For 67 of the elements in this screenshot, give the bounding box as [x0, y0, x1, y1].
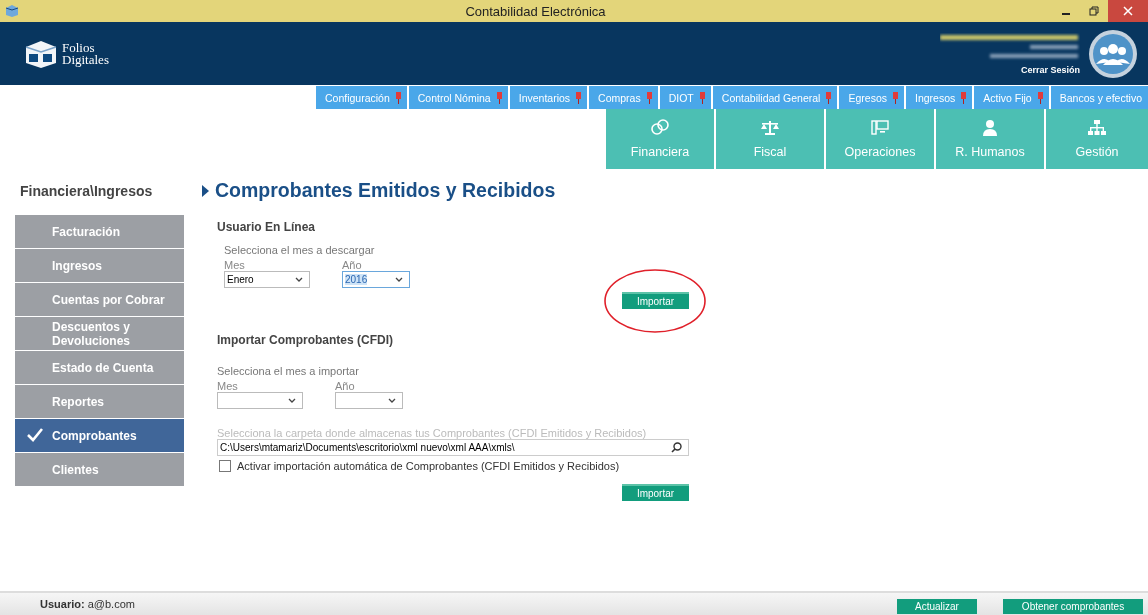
module-tile[interactable]: Operaciones — [826, 109, 934, 169]
nav-tab[interactable]: Control Nómina — [408, 86, 508, 109]
user-avatar-icon[interactable] — [1088, 28, 1138, 79]
section-heading: Usuario En Línea — [217, 220, 317, 234]
module-tile[interactable]: Fiscal — [716, 109, 824, 169]
sidebar-item[interactable]: Facturación — [15, 215, 184, 248]
section-heading: Importar Comprobantes (CFDI) — [217, 333, 394, 347]
sidebar-item[interactable]: Cuentas por Cobrar — [15, 283, 184, 316]
scale-icon — [760, 119, 780, 137]
nav-tab[interactable]: Contabilidad General — [712, 86, 838, 109]
close-icon — [1123, 6, 1133, 16]
sidebar-item[interactable]: Reportes — [15, 385, 184, 418]
sidebar-item[interactable]: Clientes — [15, 453, 184, 486]
triangle-icon — [202, 184, 209, 197]
coins-icon — [650, 119, 670, 137]
restore-button[interactable] — [1089, 6, 1099, 16]
breadcrumb: Financiera\Ingresos — [20, 183, 154, 199]
nav-tab[interactable]: DIOT — [659, 86, 711, 109]
nav-tab[interactable]: Activo Fijo — [974, 86, 1049, 109]
folder-path-field[interactable]: C:\Users\mtamariz\Documents\escritorio\xml nuevo\xml AAA\xmls\ — [217, 439, 689, 456]
nav-tab[interactable]: Ingresos — [906, 86, 973, 109]
module-tile[interactable]: Gestión — [1046, 109, 1148, 169]
check-icon — [27, 428, 43, 442]
computer-icon — [870, 119, 890, 137]
logout-link[interactable]: Cerrar Sesión — [1020, 64, 1080, 75]
module-tile[interactable]: Financiera — [606, 109, 714, 169]
chevron-down-icon — [388, 398, 396, 403]
field-label: Mes — [224, 260, 246, 271]
nav-tab[interactable]: Inventarios — [509, 86, 588, 109]
field-label: Selecciona la carpeta donde almacenas tus Comprobantes (CFDI Emitidos y Recibidos) — [217, 427, 648, 439]
hint-text: Selecciona el mes a importar — [217, 365, 360, 377]
sidebar-item[interactable]: Ingresos — [15, 249, 184, 282]
logo-icon — [24, 38, 58, 69]
status-button[interactable]: Obtener comprobantes — [1003, 598, 1143, 614]
page-title: Comprobantes Emitidos y Recibidos — [215, 179, 556, 202]
import-button[interactable]: Importar — [622, 484, 689, 501]
search-icon[interactable] — [671, 442, 682, 453]
field-label: Año — [335, 381, 356, 392]
chevron-down-icon — [395, 277, 403, 282]
user-status-text: Usuario: a@b.com — [40, 598, 135, 610]
dropdown-field[interactable] — [217, 392, 303, 409]
sidebar-item[interactable]: Estado de Cuenta — [15, 351, 184, 384]
person-icon — [980, 119, 1000, 137]
sidebar-item[interactable]: Descuentos y Devoluciones — [15, 317, 184, 350]
org-chart-icon — [1087, 119, 1107, 137]
sidebar-item[interactable]: Comprobantes — [15, 419, 184, 452]
status-button[interactable]: Actualizar — [897, 598, 977, 614]
field-label: Mes — [217, 381, 239, 392]
field-label: Año — [342, 260, 363, 271]
logo-text: Digitales — [62, 53, 109, 66]
chevron-down-icon — [288, 398, 296, 403]
window-title: Contabilidad Electrónica — [464, 3, 607, 19]
nav-tab[interactable]: Egresos — [839, 86, 904, 109]
hint-text: Selecciona el mes a descargar — [224, 244, 376, 256]
dropdown-field[interactable]: 2016 — [342, 271, 410, 288]
nav-tab[interactable]: Bancos y efectivo — [1050, 86, 1148, 109]
nav-tab[interactable]: Configuración — [315, 86, 407, 109]
app-icon — [5, 4, 19, 18]
module-tile[interactable]: R. Humanos — [936, 109, 1044, 169]
logo-text: Folios — [62, 41, 96, 54]
import-button[interactable]: Importar — [622, 292, 689, 309]
nav-tab[interactable]: Compras — [589, 86, 658, 109]
dropdown-field[interactable] — [335, 392, 403, 409]
dropdown-field[interactable]: Enero — [224, 271, 310, 288]
checkbox-label: Activar importación automática de Comprobantes (CFDI Emitidos y Recibidos) — [237, 460, 620, 472]
chevron-down-icon — [295, 277, 303, 282]
checkbox[interactable] — [219, 460, 231, 472]
